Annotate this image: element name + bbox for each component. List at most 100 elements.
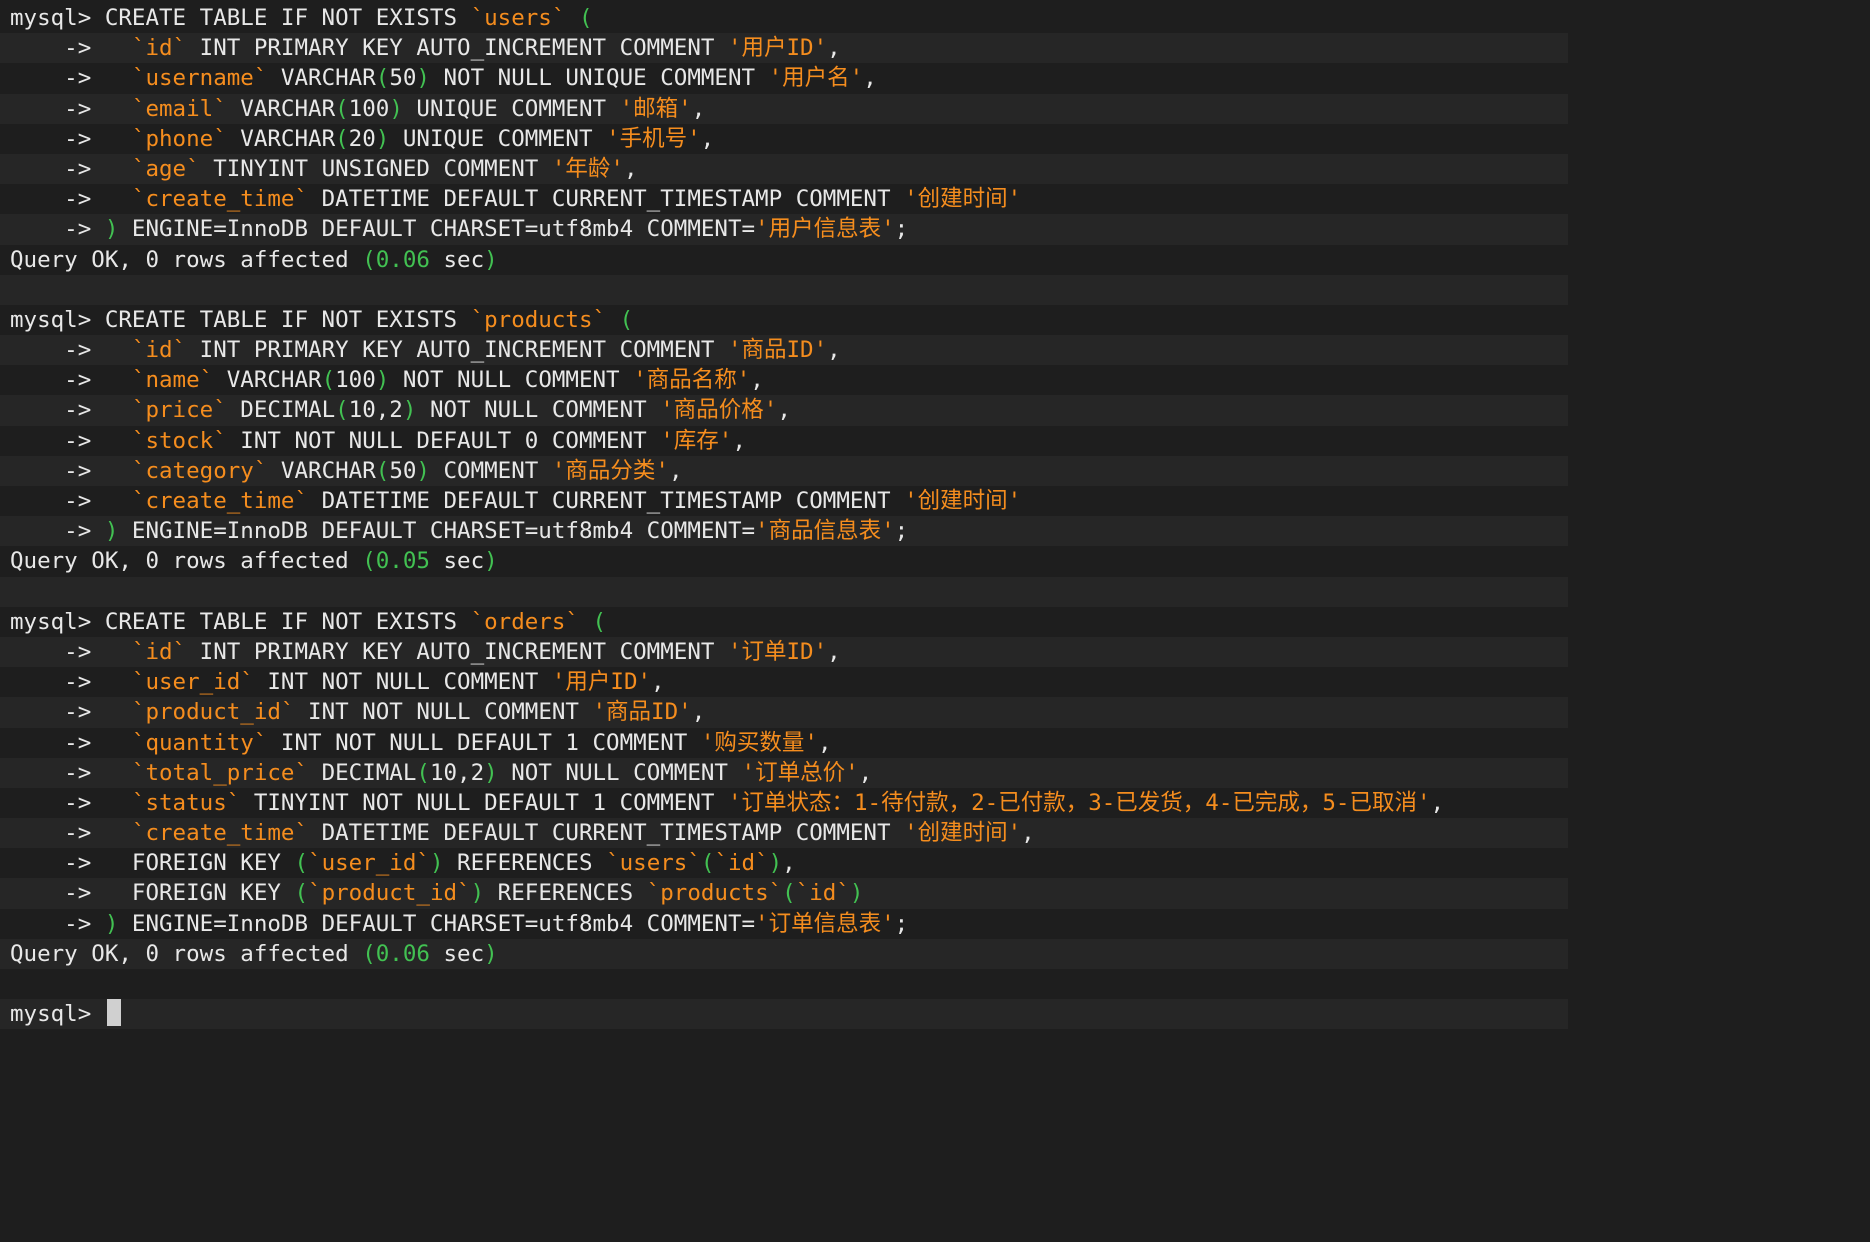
sql-identifier-or-string: `quantity` xyxy=(131,729,268,756)
sql-identifier-or-string: '手机号' xyxy=(606,125,701,152)
sql-text: ENGINE=InnoDB DEFAULT CHARSET=utf8mb4 CO… xyxy=(118,518,756,545)
sql-text: VARCHAR xyxy=(267,65,376,92)
sql-text: Query OK, 0 rows affected xyxy=(10,246,363,273)
sql-paren: ) xyxy=(389,95,403,122)
sql-identifier-or-string: '创建时间' xyxy=(904,186,1022,213)
sql-text: -> xyxy=(10,457,132,484)
sql-identifier-or-string: `status` xyxy=(131,789,241,816)
sql-text: -> xyxy=(10,488,132,514)
sql-text: DATETIME DEFAULT CURRENT_TIMESTAMP COMME… xyxy=(308,186,905,213)
terminal-line: -> ) ENGINE=InnoDB DEFAULT CHARSET=utf8m… xyxy=(0,909,1568,939)
sql-text: NOT NULL COMMENT xyxy=(497,759,742,786)
sql-identifier-or-string: '创建时间' xyxy=(904,488,1022,514)
sql-identifier-or-string: `id` xyxy=(131,638,187,665)
sql-identifier-or-string: `email` xyxy=(131,95,227,122)
sql-identifier-or-string: '创建时间' xyxy=(904,820,1022,847)
sql-identifier-or-string: '用户ID' xyxy=(551,669,652,696)
sql-identifier-or-string: '商品ID' xyxy=(727,337,828,364)
terminal-line: mysql> CREATE TABLE IF NOT EXISTS `produ… xyxy=(0,305,1568,335)
sql-identifier-or-string: `username` xyxy=(131,65,268,92)
sql-identifier-or-string: `id` xyxy=(131,35,187,62)
terminal-line: -> `price` DECIMAL(10,2) NOT NULL COMMEN… xyxy=(0,395,1568,426)
sql-text: VARCHAR xyxy=(226,125,336,152)
sql-identifier-or-string: `price` xyxy=(131,397,227,424)
sql-text: 10,2 xyxy=(348,397,403,424)
terminal-line: -> `id` INT PRIMARY KEY AUTO_INCREMENT C… xyxy=(0,335,1568,366)
sql-paren: ( xyxy=(619,306,634,333)
sql-text: NOT NULL UNIQUE COMMENT xyxy=(429,65,769,92)
sql-identifier-or-string: `products` xyxy=(646,880,783,907)
sql-text: , xyxy=(700,125,715,152)
sql-text: , xyxy=(827,337,841,364)
sql-text: sec xyxy=(429,940,485,967)
sql-text: , xyxy=(827,638,841,665)
terminal-output[interactable]: mysql> CREATE TABLE IF NOT EXISTS `users… xyxy=(0,3,1568,1030)
sql-text: -> xyxy=(10,699,132,726)
sql-identifier-or-string: `age` xyxy=(131,155,200,182)
terminal-line: -> `quantity` INT NOT NULL DEFAULT 1 COM… xyxy=(0,728,1568,758)
sql-text: UNIQUE COMMENT xyxy=(402,95,620,122)
sql-paren: ( xyxy=(416,759,430,786)
sql-text: VARCHAR xyxy=(213,367,322,394)
sql-identifier-or-string: '订单总价' xyxy=(741,759,859,786)
sql-paren: ) xyxy=(104,518,119,545)
sql-paren: ) xyxy=(484,759,498,786)
sql-paren: ) xyxy=(849,880,864,907)
sql-paren: ( xyxy=(782,880,796,907)
terminal-line xyxy=(0,576,1568,607)
sql-text: , xyxy=(691,95,706,122)
sql-paren: ( xyxy=(321,367,336,394)
sql-identifier-or-string: `id` xyxy=(795,880,850,907)
terminal-line: -> `email` VARCHAR(100) UNIQUE COMMENT '… xyxy=(0,93,1568,124)
sql-text: NOT NULL COMMENT xyxy=(416,397,661,424)
sql-text: VARCHAR xyxy=(226,95,336,122)
terminal-line: -> `id` INT PRIMARY KEY AUTO_INCREMENT C… xyxy=(0,636,1568,668)
terminal-line: Query OK, 0 rows affected (0.05 sec) xyxy=(0,546,1568,576)
sql-text: INT PRIMARY KEY AUTO_INCREMENT COMMENT xyxy=(186,337,728,364)
sql-text: INT NOT NULL COMMENT xyxy=(294,699,593,726)
sql-text: Query OK, 0 rows affected xyxy=(10,548,363,575)
sql-identifier-or-string: '用户信息表' xyxy=(755,216,895,243)
sql-text: mysql> CREATE TABLE IF NOT EXISTS xyxy=(10,306,471,333)
sql-text: Query OK, 0 rows affected xyxy=(10,940,363,967)
sql-text: INT NOT NULL DEFAULT 0 COMMENT xyxy=(226,427,661,454)
sql-text: VARCHAR xyxy=(267,457,376,484)
sql-identifier-or-string: `total_price` xyxy=(131,759,309,786)
sql-paren: ) xyxy=(104,910,119,937)
sql-text: , xyxy=(668,457,683,484)
sql-text: REFERENCES xyxy=(443,850,607,877)
sql-text: DATETIME DEFAULT CURRENT_TIMESTAMP COMME… xyxy=(308,820,905,847)
sql-identifier-or-string: `users` xyxy=(470,5,566,31)
sql-text: ENGINE=InnoDB DEFAULT CHARSET=utf8mb4 CO… xyxy=(118,216,756,243)
sql-paren: ) xyxy=(375,367,390,394)
sql-paren: ( xyxy=(375,65,390,92)
sql-text: -> xyxy=(10,337,132,364)
sql-identifier-or-string: `create_time` xyxy=(131,820,309,847)
terminal-line: -> `create_time` DATETIME DEFAULT CURREN… xyxy=(0,184,1568,214)
terminal-line: -> FOREIGN KEY (`user_id`) REFERENCES `u… xyxy=(0,848,1568,878)
sql-text: ENGINE=InnoDB DEFAULT CHARSET=utf8mb4 CO… xyxy=(118,910,756,937)
sql-paren: ( xyxy=(335,125,349,152)
sql-text: , xyxy=(817,729,832,756)
terminal-line: -> `category` VARCHAR(50) COMMENT '商品分类'… xyxy=(0,455,1568,486)
text-cursor[interactable] xyxy=(106,999,121,1027)
sql-identifier-or-string: `orders` xyxy=(470,608,579,635)
sql-text: -> FOREIGN KEY xyxy=(10,880,295,907)
sql-identifier-or-string: `category` xyxy=(131,457,268,484)
sql-text: ; xyxy=(894,216,909,243)
sql-text: -> xyxy=(10,65,132,92)
sql-identifier-or-string: '用户ID' xyxy=(727,35,828,62)
terminal-line: -> `total_price` DECIMAL(10,2) NOT NULL … xyxy=(0,757,1568,788)
sql-text: -> xyxy=(10,518,105,545)
sql-paren: ) xyxy=(104,216,119,243)
sql-paren: (0.05 xyxy=(362,548,430,575)
terminal-line: Query OK, 0 rows affected (0.06 sec) xyxy=(0,938,1568,969)
sql-text: -> xyxy=(10,427,132,454)
terminal-line: -> ) ENGINE=InnoDB DEFAULT CHARSET=utf8m… xyxy=(0,516,1568,547)
sql-text: , xyxy=(863,65,877,92)
sql-text: , xyxy=(827,35,841,62)
sql-text: 20 xyxy=(348,125,376,152)
terminal-line: -> FOREIGN KEY (`product_id`) REFERENCES… xyxy=(0,878,1568,909)
